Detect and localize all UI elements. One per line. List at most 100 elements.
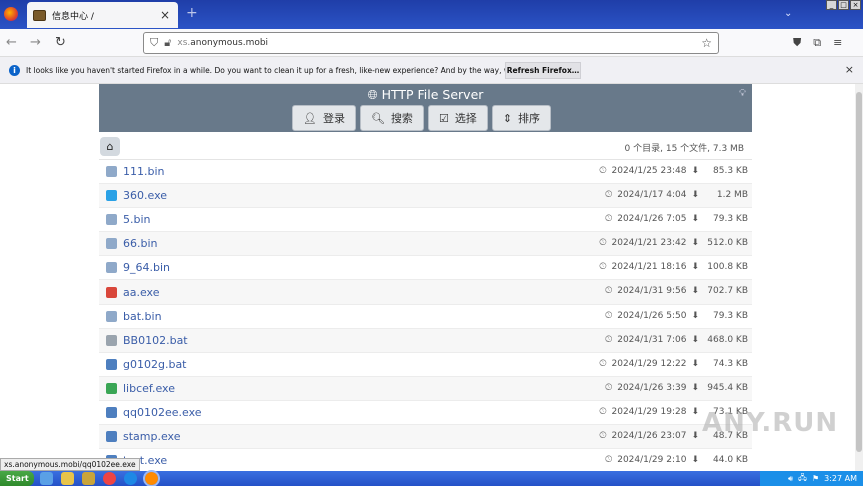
file-date: 2024/1/21 18:16 — [611, 262, 687, 273]
file-name-link[interactable]: 360.exe — [123, 189, 167, 202]
file-row[interactable]: test.exe 🕓︎ 2024/1/29 2:10 ⬇ 44.0 KB — [99, 449, 752, 471]
file-name-link[interactable]: 5.bin — [123, 213, 151, 226]
sort-icon: ⇕ — [502, 111, 513, 125]
link-status-bar: xs.anonymous.mobi/qq0102ee.exe — [0, 458, 140, 471]
theme-bulb-icon[interactable]: 💡︎ — [739, 88, 746, 99]
sort-button[interactable]: ⇕ 排序 — [491, 105, 552, 131]
file-type-icon — [106, 406, 117, 418]
file-row[interactable]: 66.bin 🕓︎ 2024/1/21 23:42 ⬇ 512.0 KB — [99, 232, 752, 257]
menu-icon[interactable]: ≡ — [833, 36, 842, 50]
file-type-icon — [106, 358, 117, 370]
file-name-link[interactable]: BB0102.bat — [123, 334, 188, 347]
edge-icon[interactable] — [124, 472, 137, 485]
media-icon[interactable] — [82, 472, 95, 485]
reload-icon[interactable]: ↻ — [55, 35, 66, 50]
system-tray: 🔊︎ 🖧 ⚑ 3:27 AM — [760, 471, 863, 486]
file-row[interactable]: qq0102ee.exe 🕓︎ 2024/1/29 19:28 ⬇ 73.1 KB — [99, 401, 752, 426]
file-row[interactable]: 360.exe 🕓︎ 2024/1/17 4:04 ⬇ 1.2 MB — [99, 184, 752, 209]
select-button[interactable]: ☑ 选择 — [427, 105, 488, 131]
tab-close-icon[interactable]: × — [158, 8, 172, 22]
file-name-link[interactable]: qq0102ee.exe — [123, 406, 202, 419]
file-type-icon — [106, 310, 117, 322]
nav-toolbar: ← → ↻ ⛉ 🔓︎ xs.anonymous.mobi ☆ ⛊ ⧉ ≡ — [0, 29, 863, 57]
tab-list-chevron-icon[interactable]: ⌄ — [784, 8, 792, 19]
notification-close-icon[interactable]: × — [845, 63, 854, 76]
toolbar-right-icons: ⛊ ⧉ ≡ — [793, 36, 842, 50]
file-size: 44.0 KB — [713, 455, 748, 466]
back-arrow-icon[interactable]: ← — [6, 35, 17, 50]
file-size: 100.8 KB — [707, 262, 748, 273]
start-button[interactable]: Start — [0, 471, 34, 486]
file-row[interactable]: bat.bin 🕓︎ 2024/1/26 5:50 ⬇ 79.3 KB — [99, 305, 752, 329]
file-name-link[interactable]: libcef.exe — [123, 382, 175, 395]
file-name-link[interactable]: bat.bin — [123, 310, 162, 323]
file-list: 111.bin 🕓︎ 2024/1/25 23:48 ⬇ 85.3 KB 360.exe 🕓… — [99, 160, 752, 471]
file-row[interactable]: 9_64.bin 🕓︎ 2024/1/21 18:16 ⬇ 100.8 KB — [99, 256, 752, 281]
pocket-icon[interactable]: ⛊ — [793, 36, 801, 50]
file-meta: 🕓︎ 2024/1/25 23:48 ⬇ 85.3 KB — [599, 166, 748, 176]
file-name-link[interactable]: 66.bin — [123, 237, 158, 250]
extensions-icon[interactable]: ⧉ — [813, 36, 821, 50]
clock-icon: 🕓︎ — [599, 431, 607, 442]
file-row[interactable]: 111.bin 🕓︎ 2024/1/25 23:48 ⬇ 85.3 KB — [99, 160, 752, 185]
flag-icon[interactable]: ⚑ — [812, 474, 819, 483]
maximize-icon[interactable]: □ — [838, 0, 849, 10]
home-icon[interactable]: ⌂ — [100, 137, 120, 156]
clock-icon: 🕓︎ — [599, 166, 607, 176]
file-row[interactable]: libcef.exe 🕓︎ 2024/1/26 3:39 ⬇ 945.4 KB — [99, 376, 752, 401]
new-tab-icon[interactable]: + — [186, 5, 198, 21]
file-date: 2024/1/31 7:06 — [617, 334, 687, 345]
file-date: 2024/1/26 5:50 — [617, 310, 687, 321]
minimize-icon[interactable]: _ — [826, 0, 837, 10]
network-icon[interactable]: 🖧 — [798, 472, 807, 486]
window-close-icon[interactable]: × — [850, 0, 861, 10]
download-icon: ⬇ — [691, 262, 699, 273]
refresh-notification-bar: i It looks like you haven't started Fire… — [0, 57, 863, 84]
file-meta: 🕓︎ 2024/1/29 12:22 ⬇ 74.3 KB — [599, 359, 748, 369]
clock-icon: 🕓︎ — [605, 455, 613, 466]
folder-icon[interactable] — [61, 472, 74, 485]
download-icon: ⬇ — [691, 358, 699, 369]
file-row[interactable]: stamp.exe 🕓︎ 2024/1/26 23:07 ⬇ 48.7 KB — [99, 425, 752, 450]
file-meta: 🕓︎ 2024/1/21 18:16 ⬇ 100.8 KB — [599, 262, 748, 272]
file-name-link[interactable]: 111.bin — [123, 165, 165, 178]
chrome-icon[interactable] — [103, 472, 116, 485]
file-meta: 🕓︎ 2024/1/31 9:56 ⬇ 702.7 KB — [605, 286, 748, 296]
file-size: 945.4 KB — [707, 382, 748, 393]
file-row[interactable]: 5.bin 🕓︎ 2024/1/26 7:05 ⬇ 79.3 KB — [99, 208, 752, 233]
clock: 3:27 AM — [824, 474, 857, 483]
file-name-link[interactable]: 9_64.bin — [123, 261, 170, 274]
volume-icon[interactable]: 🔊︎ — [788, 474, 793, 484]
file-row[interactable]: BB0102.bat 🕓︎ 2024/1/31 7:06 ⬇ 468.0 KB — [99, 328, 752, 353]
file-name-link[interactable]: stamp.exe — [123, 430, 181, 443]
ie-icon[interactable] — [40, 472, 53, 485]
forward-arrow-icon[interactable]: → — [30, 35, 41, 50]
firefox-logo-icon[interactable] — [4, 7, 18, 21]
search-button[interactable]: 🔍︎ 搜索 — [359, 105, 424, 131]
file-name-link[interactable]: g0102g.bat — [123, 358, 187, 371]
page-scrollbar[interactable] — [855, 84, 863, 471]
clock-icon: 🕓︎ — [605, 214, 613, 225]
browser-tab[interactable]: 信息中心 / × — [27, 2, 178, 28]
file-meta: 🕓︎ 2024/1/26 3:39 ⬇ 945.4 KB — [605, 383, 748, 393]
insecure-lock-icon[interactable]: 🔓︎ — [164, 36, 171, 50]
file-date: 2024/1/17 4:04 — [617, 190, 687, 201]
download-icon: ⬇ — [691, 238, 699, 249]
clock-icon: 🕓︎ — [605, 190, 613, 201]
url-bar[interactable]: ⛉ 🔓︎ xs.anonymous.mobi ☆ — [143, 32, 719, 54]
login-button[interactable]: 👤︎ 登录 — [292, 105, 356, 131]
user-icon: 👤︎ — [303, 111, 317, 125]
file-row[interactable]: g0102g.bat 🕓︎ 2024/1/29 12:22 ⬇ 74.3 KB — [99, 353, 752, 377]
refresh-firefox-button[interactable]: Refresh Firefox… — [505, 62, 581, 79]
url-text[interactable]: xs.anonymous.mobi — [177, 38, 701, 48]
file-type-icon — [106, 166, 117, 178]
clock-icon: 🕓︎ — [605, 334, 613, 345]
file-size: 1.2 MB — [716, 190, 748, 201]
bookmark-star-icon[interactable]: ☆ — [701, 36, 712, 50]
shield-icon[interactable]: ⛉ — [150, 36, 158, 50]
file-date: 2024/1/25 23:48 — [611, 166, 687, 176]
file-row[interactable]: aa.exe 🕓︎ 2024/1/31 9:56 ⬇ 702.7 KB — [99, 280, 752, 305]
scrollbar-thumb[interactable] — [856, 92, 862, 452]
firefox-taskbar-icon[interactable] — [143, 470, 160, 486]
file-name-link[interactable]: aa.exe — [123, 286, 160, 299]
